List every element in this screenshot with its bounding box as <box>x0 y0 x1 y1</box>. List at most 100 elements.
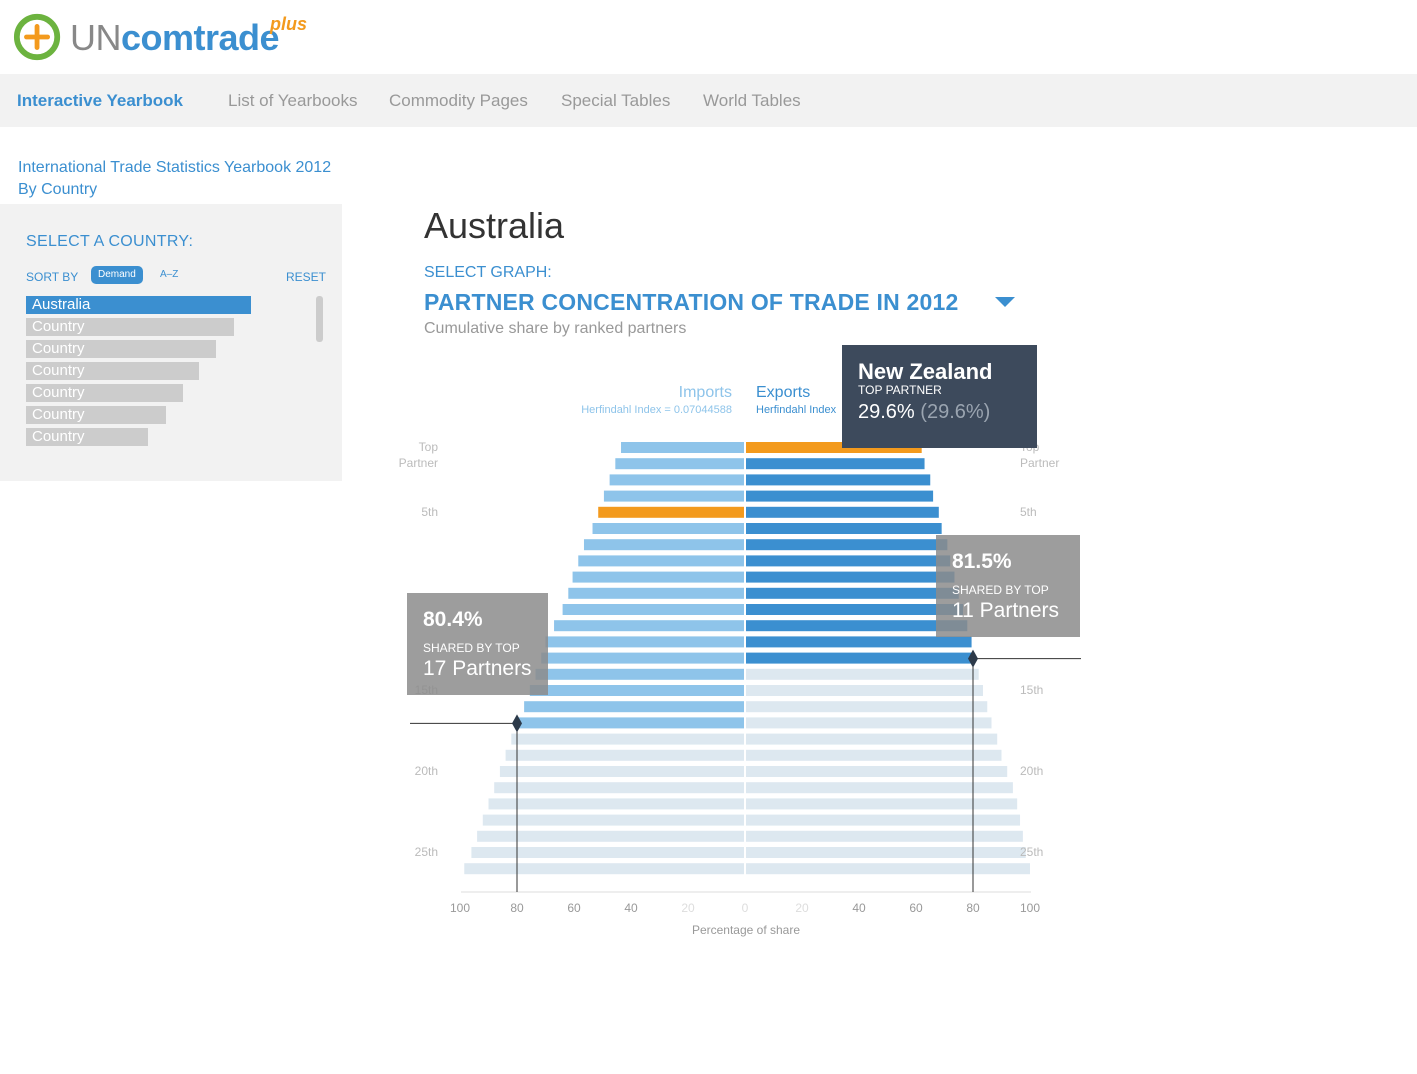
graph-subtitle: Cumulative share by ranked partners <box>424 320 687 337</box>
exports-bar <box>746 539 948 551</box>
graph-selector[interactable]: PARTNER CONCENTRATION OF TRADE IN 2012 <box>424 289 959 316</box>
x-tick-label: 100 <box>1020 901 1040 915</box>
imports-bar <box>511 733 744 745</box>
imports-bar <box>471 847 744 858</box>
country-item[interactable]: Country <box>26 384 183 402</box>
imports-bar <box>515 717 744 729</box>
exports-bar <box>746 798 1018 810</box>
top-nav: Interactive Yearbook List of Yearbooks C… <box>0 74 1417 127</box>
exports-bar <box>746 782 1013 794</box>
exports-bar <box>746 701 988 713</box>
sort-demand-button[interactable]: Demand <box>91 266 143 284</box>
exports-bar <box>746 620 968 632</box>
logo-un: UN <box>70 17 122 58</box>
imports-bar <box>562 604 744 615</box>
x-tick-label: 100 <box>450 901 470 915</box>
country-item[interactable]: Country <box>26 362 199 380</box>
logo-comtrade: comtrade <box>121 17 280 58</box>
exports-bar <box>746 458 925 470</box>
rank-label-right: 5th <box>1020 505 1037 519</box>
imports-bar <box>621 442 744 453</box>
country-item[interactable]: Country <box>26 340 216 358</box>
comtrade-logo-icon[interactable] <box>12 12 64 62</box>
exports-threshold-tooltip: 81.5% SHARED BY TOP 11 Partners <box>936 535 1080 637</box>
rank-label-right: 25th <box>1020 845 1043 859</box>
nav-world-tables[interactable]: World Tables <box>703 91 801 111</box>
imports-threshold-tooltip: 80.4% SHARED BY TOP 17 Partners <box>407 593 548 695</box>
rank-label-left: 20th <box>415 764 438 778</box>
nav-commodity-pages[interactable]: Commodity Pages <box>389 91 528 111</box>
select-country-label: SELECT A COUNTRY: <box>26 233 194 250</box>
imports-bar <box>524 701 744 713</box>
exports-bar <box>746 636 972 648</box>
x-tick-label: 60 <box>567 901 581 915</box>
yearbook-title-link[interactable]: International Trade Statistics Yearbook … <box>18 157 331 179</box>
top-partner-share-alt: (29.6%) <box>920 401 991 423</box>
imports-bar <box>578 555 744 567</box>
country-item-selected[interactable]: Australia <box>26 296 251 314</box>
imports-bar <box>541 652 744 664</box>
imports-bar <box>615 458 744 470</box>
exports-bar <box>746 604 964 615</box>
yearbook-subtitle-by-country: By Country <box>18 181 98 198</box>
imports-bar <box>482 814 744 826</box>
chevron-down-icon[interactable] <box>995 297 1015 307</box>
exports-bar <box>746 733 998 745</box>
exports-bar <box>746 830 1023 842</box>
rank-label-right: Partner <box>1020 456 1059 470</box>
top-partner-name: New Zealand <box>858 359 993 384</box>
imports-bar <box>464 863 744 875</box>
rank-label-left: Partner <box>399 456 438 470</box>
country-list-scrollbar[interactable] <box>316 296 323 342</box>
imports-bar <box>609 474 744 486</box>
imports-bar <box>499 766 744 777</box>
exports-bar <box>746 668 979 680</box>
country-item[interactable]: Country <box>26 318 234 336</box>
reset-button[interactable]: RESET <box>286 270 326 284</box>
rank-label-left: 5th <box>421 505 438 519</box>
x-tick-label: 20 <box>795 901 809 915</box>
country-selector-panel: SELECT A COUNTRY: SORT BY Demand A–Z RES… <box>0 204 342 481</box>
nav-list-of-yearbooks[interactable]: List of Yearbooks <box>228 91 357 111</box>
exports-bar <box>746 652 975 664</box>
header: UNcomtrade plus <box>0 0 1417 74</box>
imports-bar <box>488 798 744 810</box>
sort-az-button[interactable]: A–Z <box>153 266 185 284</box>
country-item[interactable]: Country <box>26 406 166 424</box>
exports-threshold-marker <box>968 649 978 668</box>
exports-bar <box>746 506 939 518</box>
x-axis-label: Percentage of share <box>692 923 800 937</box>
imports-bar <box>592 523 744 534</box>
imports-threshold-partners: 17 Partners <box>423 657 532 680</box>
yearbook-subtitle: International Trade Statistics Yearbook … <box>18 157 331 201</box>
country-item[interactable]: Country <box>26 428 148 446</box>
logo-plus: plus <box>270 14 308 34</box>
rank-label-right: 15th <box>1020 683 1043 697</box>
exports-bar <box>746 685 983 696</box>
imports-bar <box>572 571 744 583</box>
nav-interactive-yearbook[interactable]: Interactive Yearbook <box>17 91 183 111</box>
imports-bar <box>603 490 744 502</box>
logo-wordmark[interactable]: UNcomtrade <box>70 17 280 58</box>
imports-threshold-value: 80.4% <box>423 608 483 631</box>
imports-bar <box>505 749 744 761</box>
rank-label-right: 20th <box>1020 764 1043 778</box>
exports-bar <box>746 814 1021 826</box>
exports-bar <box>746 863 1030 875</box>
select-graph-label: SELECT GRAPH: <box>424 264 552 281</box>
x-tick-label: 40 <box>624 901 638 915</box>
exports-bar <box>746 717 992 729</box>
exports-bar <box>746 587 959 599</box>
imports-bar <box>529 685 744 696</box>
exports-herfindahl: Herfindahl Index <box>756 404 837 416</box>
imports-bar <box>545 636 744 648</box>
imports-bar <box>583 539 744 551</box>
top-partner-share: 29.6% <box>858 401 915 423</box>
exports-bar <box>746 766 1008 777</box>
nav-special-tables[interactable]: Special Tables <box>561 91 670 111</box>
top-partner-values: 29.6% (29.6%) <box>858 401 990 424</box>
x-tick-label: 0 <box>742 901 749 915</box>
exports-bar <box>746 523 942 534</box>
x-tick-label: 40 <box>852 901 866 915</box>
imports-bar <box>554 620 744 632</box>
